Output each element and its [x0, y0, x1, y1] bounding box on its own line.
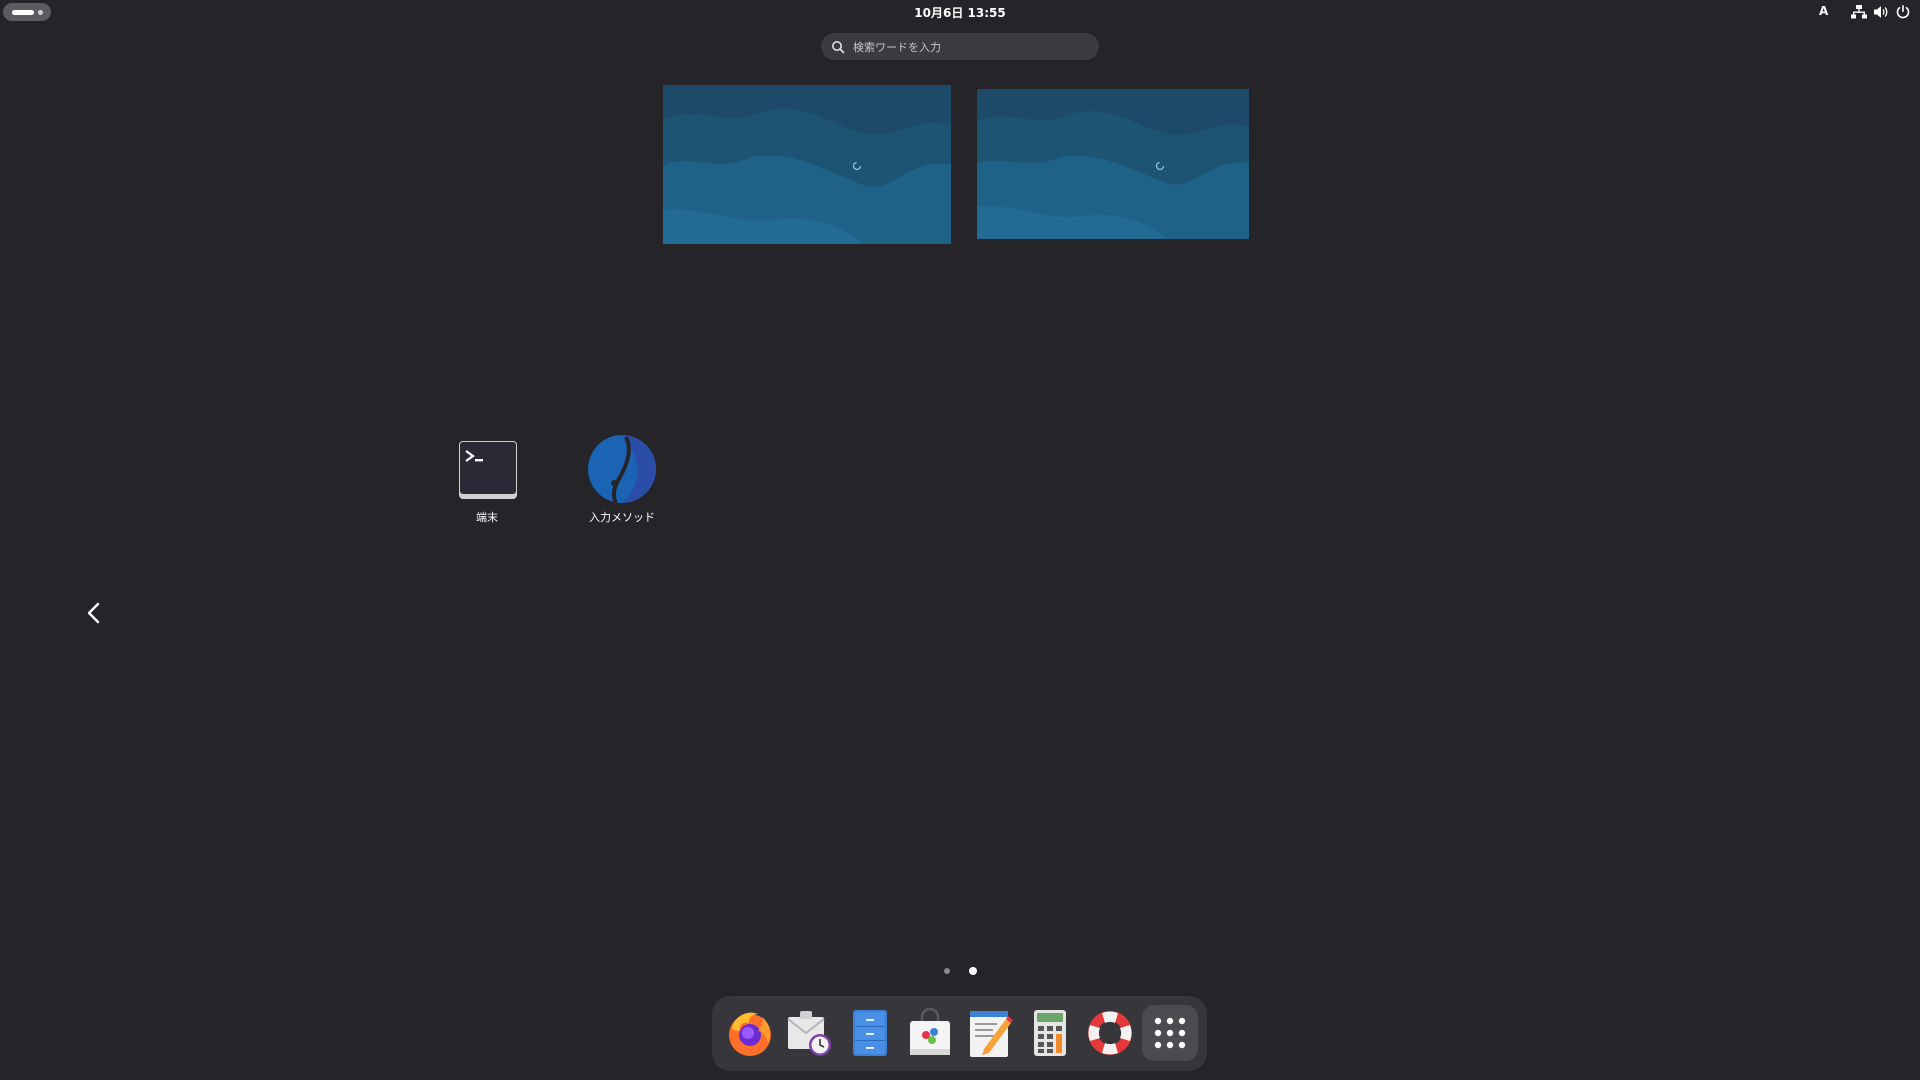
search-entry[interactable] — [821, 33, 1099, 62]
previous-page-button[interactable] — [82, 600, 108, 626]
dash — [712, 996, 1207, 1071]
workspace-indicator-inactive — [38, 10, 43, 15]
volume-icon[interactable] — [1873, 4, 1889, 20]
activities-button[interactable] — [3, 3, 51, 21]
page-indicator-1[interactable] — [944, 968, 950, 974]
power-icon[interactable] — [1895, 4, 1911, 20]
show-apps-icon[interactable] — [1142, 1005, 1198, 1061]
evolution-mail-icon[interactable] — [782, 1005, 838, 1061]
software-store-icon[interactable] — [902, 1005, 958, 1061]
help-icon[interactable] — [1082, 1005, 1138, 1061]
chevron-left-icon — [87, 602, 100, 624]
clock[interactable]: 10月6日 13:55 — [860, 4, 1060, 21]
search-input[interactable] — [851, 33, 1095, 62]
app-terminal[interactable]: 端末 — [432, 437, 542, 525]
terminal-icon — [455, 437, 519, 501]
firefox-icon[interactable] — [722, 1005, 778, 1061]
workspace-thumbnail-2[interactable] — [977, 89, 1249, 239]
calculator-icon[interactable] — [1022, 1005, 1078, 1061]
input-method-indicator[interactable]: A — [1819, 4, 1828, 20]
workspace-thumbnail-1[interactable] — [663, 85, 951, 244]
page-indicator-2[interactable] — [969, 967, 977, 975]
text-editor-icon[interactable] — [962, 1005, 1018, 1061]
workspace-indicator-active — [12, 10, 34, 15]
network-icon[interactable] — [1851, 4, 1867, 20]
input-method-icon — [586, 433, 658, 505]
search-icon — [831, 39, 845, 54]
app-label: 端末 — [476, 511, 498, 524]
app-label: 入力メソッド — [589, 511, 655, 524]
top-bar: 10月6日 13:55 A — [0, 0, 1920, 24]
app-input-method[interactable]: 入力メソッド — [567, 433, 677, 525]
files-icon[interactable] — [842, 1005, 898, 1061]
